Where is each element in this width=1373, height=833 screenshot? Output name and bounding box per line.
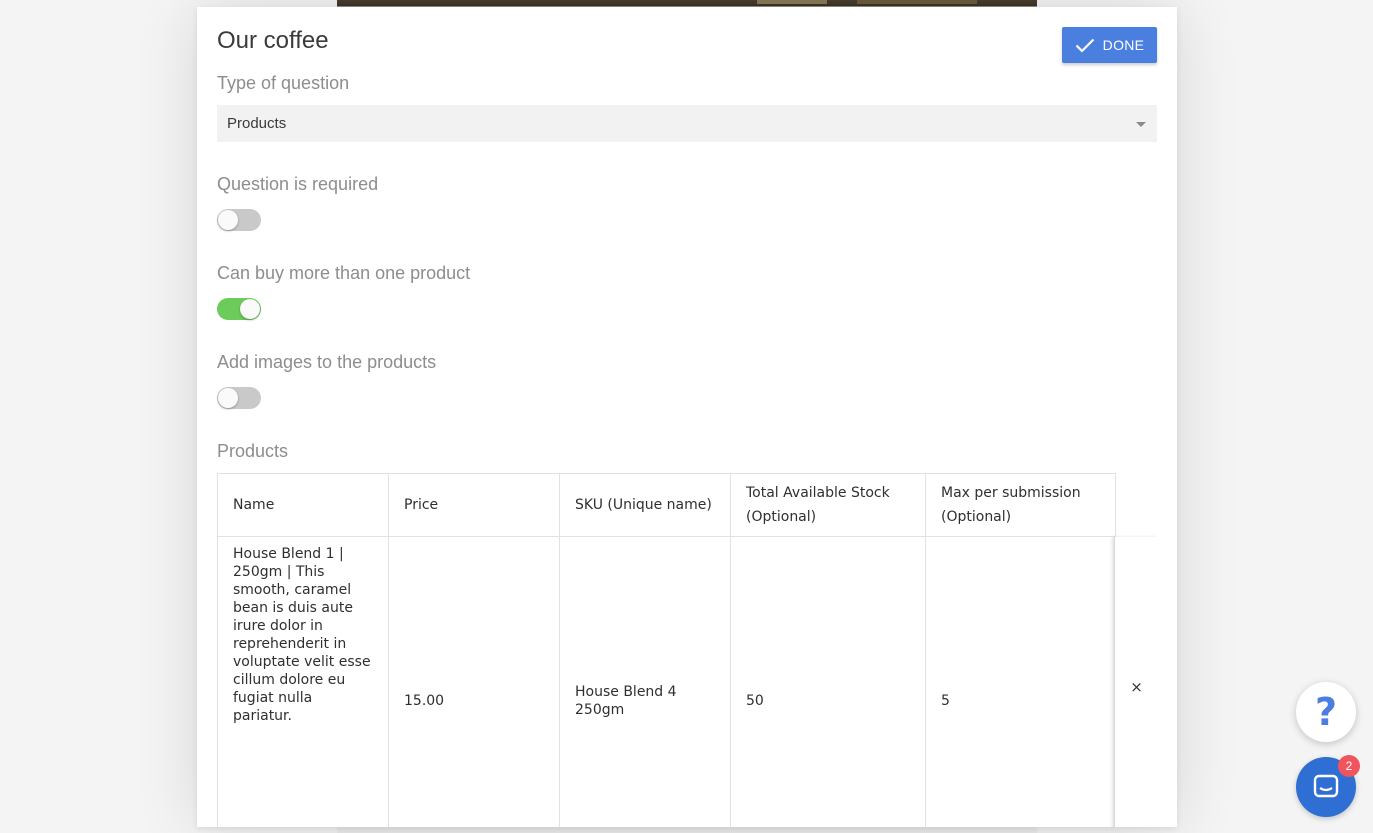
products-label: Products [217, 441, 289, 461]
help-button[interactable]: ? [1296, 682, 1356, 742]
type-of-question-label: Type of question [217, 73, 350, 93]
product-max-cell[interactable]: 5 [925, 536, 1116, 827]
question-editor-modal: Our coffee DONE Type of question Product… [197, 7, 1177, 827]
background-photo-detail [757, 0, 827, 4]
done-button[interactable]: DONE [1062, 27, 1157, 63]
chat-icon [1313, 774, 1339, 798]
product-sku-cell[interactable]: House Blend 4 250gm [559, 536, 731, 827]
multi-product-label: Can buy more than one product [217, 263, 471, 283]
close-icon: × [1130, 678, 1143, 696]
column-header-sku: SKU (Unique name) [559, 473, 731, 537]
product-price-cell[interactable]: 15.00 [388, 536, 560, 827]
product-name-cell[interactable]: House Blend 1 | 250gm | This smooth, car… [217, 536, 389, 827]
column-header-max: Max per submission (Optional) [925, 473, 1116, 537]
table-header-row: Name Price SKU (Unique name) Total Avail… [217, 473, 1116, 537]
column-header-price: Price [388, 473, 560, 537]
product-stock-cell[interactable]: 50 [730, 536, 926, 827]
modal-title: Our coffee [217, 27, 329, 54]
question-mark-icon: ? [1314, 690, 1338, 734]
chat-notification-badge: 2 [1338, 755, 1360, 777]
table-row: House Blend 1 | 250gm | This smooth, car… [217, 536, 1116, 827]
column-header-stock: Total Available Stock (Optional) [730, 473, 926, 537]
column-header-name: Name [217, 473, 389, 537]
toggle-knob [240, 299, 260, 319]
question-required-label: Question is required [217, 174, 379, 194]
toggle-knob [218, 210, 238, 230]
check-icon [1075, 38, 1094, 53]
background-photo-detail [857, 0, 977, 4]
products-table: Name Price SKU (Unique name) Total Avail… [217, 473, 1116, 827]
chevron-down-icon [1136, 122, 1146, 127]
done-button-label: DONE [1102, 37, 1145, 53]
question-required-toggle[interactable] [217, 209, 261, 231]
add-images-label: Add images to the products [217, 352, 437, 372]
multi-product-toggle[interactable] [217, 298, 261, 320]
toggle-knob [218, 388, 238, 408]
question-type-value: Products [227, 115, 287, 132]
question-type-select[interactable]: Products [217, 105, 1157, 142]
add-images-toggle[interactable] [217, 387, 261, 409]
delete-row-button[interactable]: × [1114, 537, 1158, 827]
